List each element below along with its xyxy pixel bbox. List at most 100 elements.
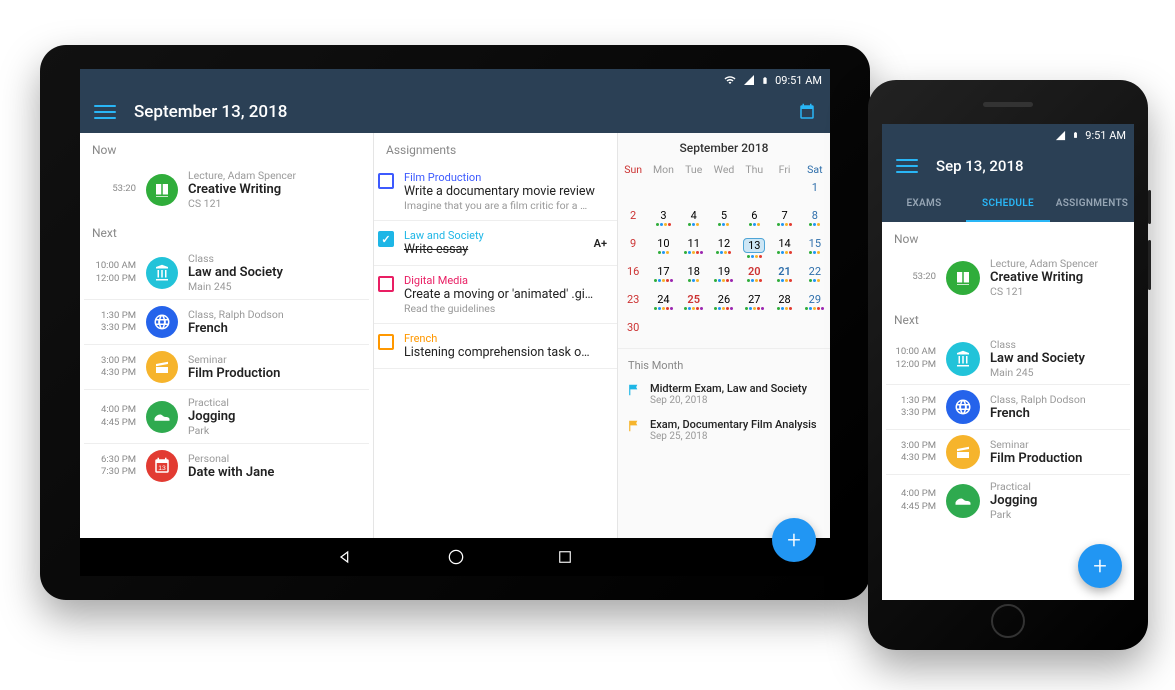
schedule-item[interactable]: 4:00 PM4:45 PM Practical Jogging Park bbox=[886, 475, 1130, 526]
calendar-day[interactable]: 14 bbox=[769, 236, 799, 264]
book-icon bbox=[946, 261, 980, 295]
calendar-day[interactable]: 19 bbox=[709, 264, 739, 292]
tab-assignments[interactable]: ASSIGNMENTS bbox=[1050, 186, 1134, 222]
svg-text:13: 13 bbox=[158, 465, 166, 472]
calendar-day[interactable]: 16 bbox=[618, 264, 648, 292]
schedule-item[interactable]: 10:00 AM12:00 PM Class Law and Society M… bbox=[84, 246, 369, 300]
time-label: 4:00 PM4:45 PM bbox=[88, 404, 136, 429]
item-text: Practical Jogging Park bbox=[990, 480, 1037, 521]
shoe-icon bbox=[146, 401, 178, 433]
item-title: Law and Society bbox=[990, 351, 1085, 366]
assignments-pane: Assignments Film Production Write a docu… bbox=[374, 133, 618, 538]
calendar-day[interactable]: 3 bbox=[648, 208, 678, 236]
calendar-day[interactable]: 11 bbox=[679, 236, 709, 264]
status-bar: 09:51 AM bbox=[80, 69, 830, 91]
calendar-day[interactable]: 6 bbox=[739, 208, 769, 236]
calendar-day[interactable]: 1 bbox=[800, 180, 830, 208]
item-text: Seminar Film Production bbox=[990, 438, 1082, 466]
schedule-item[interactable]: 1:30 PM3:30 PM Class, Ralph Dodson Frenc… bbox=[84, 300, 369, 345]
signal-icon bbox=[1055, 130, 1066, 141]
checkbox[interactable] bbox=[378, 173, 394, 189]
schedule-item[interactable]: 3:00 PM4:30 PM Seminar Film Production bbox=[886, 430, 1130, 475]
calendar-day[interactable]: 27 bbox=[739, 292, 769, 320]
schedule-item[interactable]: 53:20 Lecture, Adam Spencer Creative Wri… bbox=[886, 252, 1130, 303]
content: Now 53:20 Lecture, Adam Spencer Creative… bbox=[80, 133, 830, 538]
month-event[interactable]: Midterm Exam, Law and Society Sep 20, 20… bbox=[618, 376, 830, 412]
calendar-day[interactable]: 15 bbox=[800, 236, 830, 264]
nav-bar bbox=[80, 538, 830, 576]
this-month-label: This Month bbox=[618, 348, 830, 376]
schedule-item[interactable]: 4:00 PM4:45 PM Practical Jogging Park bbox=[84, 390, 369, 444]
calendar-day[interactable]: 30 bbox=[618, 320, 648, 348]
fab-add[interactable]: + bbox=[772, 518, 816, 562]
assignment-course: Law and Society bbox=[404, 229, 584, 242]
tablet-screen: 09:51 AM September 13, 2018 Now 53:20 Le… bbox=[80, 69, 830, 576]
calendar-day[interactable]: 24 bbox=[648, 292, 678, 320]
calendar-day[interactable]: 2 bbox=[618, 208, 648, 236]
calendar-day[interactable]: 20 bbox=[739, 264, 769, 292]
assignment-title: Write essay bbox=[404, 242, 584, 257]
month-event-date: Sep 20, 2018 bbox=[650, 395, 807, 406]
fab-add[interactable]: + bbox=[1078, 544, 1122, 588]
calendar-day[interactable]: 9 bbox=[618, 236, 648, 264]
calendar-day[interactable]: 18 bbox=[679, 264, 709, 292]
schedule-item[interactable]: 53:20 Lecture, Adam Spencer Creative Wri… bbox=[84, 163, 369, 216]
calendar-day[interactable]: 8 bbox=[800, 208, 830, 236]
pillar-icon bbox=[146, 257, 178, 289]
assignment-item[interactable]: Law and Society Write essay A+ bbox=[374, 221, 617, 266]
calendar-day[interactable]: 28 bbox=[769, 292, 799, 320]
tab-exams[interactable]: EXAMS bbox=[882, 186, 966, 222]
calendar-day[interactable]: 29 bbox=[800, 292, 830, 320]
calendar-day[interactable]: 13 bbox=[739, 236, 769, 264]
schedule-item[interactable]: 3:00 PM4:30 PM Seminar Film Production bbox=[84, 345, 369, 390]
calendar-today-icon[interactable] bbox=[798, 103, 816, 121]
calendar-day[interactable]: 17 bbox=[648, 264, 678, 292]
item-text: Class, Ralph Dodson French bbox=[188, 308, 284, 336]
page-title: September 13, 2018 bbox=[134, 102, 287, 122]
pillar-icon bbox=[946, 342, 980, 376]
assignment-item[interactable]: Film Production Write a documentary movi… bbox=[374, 163, 617, 221]
calendar-day[interactable]: 4 bbox=[679, 208, 709, 236]
nav-recent-icon[interactable] bbox=[556, 548, 574, 566]
nav-home-icon[interactable] bbox=[446, 547, 466, 567]
assignment-item[interactable]: French Listening comprehension task o… bbox=[374, 324, 617, 369]
calendar-day[interactable]: 12 bbox=[709, 236, 739, 264]
schedule-item[interactable]: 1:30 PM3:30 PM Class, Ralph Dodson Frenc… bbox=[886, 385, 1130, 430]
menu-icon[interactable] bbox=[896, 155, 918, 177]
clapper-icon bbox=[146, 351, 178, 383]
item-title: Film Production bbox=[990, 451, 1082, 466]
month-event[interactable]: Exam, Documentary Film Analysis Sep 25, … bbox=[618, 412, 830, 448]
calendar-day[interactable]: 22 bbox=[800, 264, 830, 292]
app-bar: Sep 13, 2018 bbox=[882, 146, 1134, 186]
now-label: Now bbox=[882, 222, 1134, 252]
assignment-item[interactable]: Digital Media Create a moving or 'animat… bbox=[374, 266, 617, 324]
tab-schedule[interactable]: SCHEDULE bbox=[966, 186, 1050, 222]
checkbox[interactable] bbox=[378, 231, 394, 247]
checkbox[interactable] bbox=[378, 276, 394, 292]
calendar-day[interactable]: 10 bbox=[648, 236, 678, 264]
nav-back-icon[interactable] bbox=[336, 547, 356, 567]
assignment-desc: Read the guidelines bbox=[404, 302, 607, 315]
calendar-day[interactable]: 21 bbox=[769, 264, 799, 292]
schedule-item[interactable]: 10:00 AM12:00 PM Class Law and Society M… bbox=[886, 333, 1130, 385]
calendar-day[interactable]: 25 bbox=[679, 292, 709, 320]
assignments-label: Assignments bbox=[374, 133, 617, 163]
status-time: 9:51 AM bbox=[1085, 129, 1126, 142]
date-icon: 13 bbox=[146, 450, 178, 482]
item-title: Date with Jane bbox=[188, 465, 274, 480]
calendar-month: September 2018 bbox=[618, 133, 830, 159]
calendar-day[interactable]: 26 bbox=[709, 292, 739, 320]
clapper-icon bbox=[946, 435, 980, 469]
schedule-item[interactable]: 6:30 PM7:30 PM 13 Personal Date with Jan… bbox=[84, 444, 369, 488]
tablet-frame: 09:51 AM September 13, 2018 Now 53:20 Le… bbox=[40, 45, 870, 600]
checkbox[interactable] bbox=[378, 334, 394, 350]
menu-icon[interactable] bbox=[94, 101, 116, 123]
month-event-title: Midterm Exam, Law and Society bbox=[650, 382, 807, 395]
calendar-day[interactable]: 23 bbox=[618, 292, 648, 320]
plus-icon: + bbox=[787, 526, 801, 554]
calendar-day[interactable]: 7 bbox=[769, 208, 799, 236]
item-sub: Main 245 bbox=[990, 366, 1085, 379]
calendar-day[interactable]: 5 bbox=[709, 208, 739, 236]
signal-icon bbox=[743, 74, 755, 86]
weekday-label: Sat bbox=[800, 159, 830, 180]
